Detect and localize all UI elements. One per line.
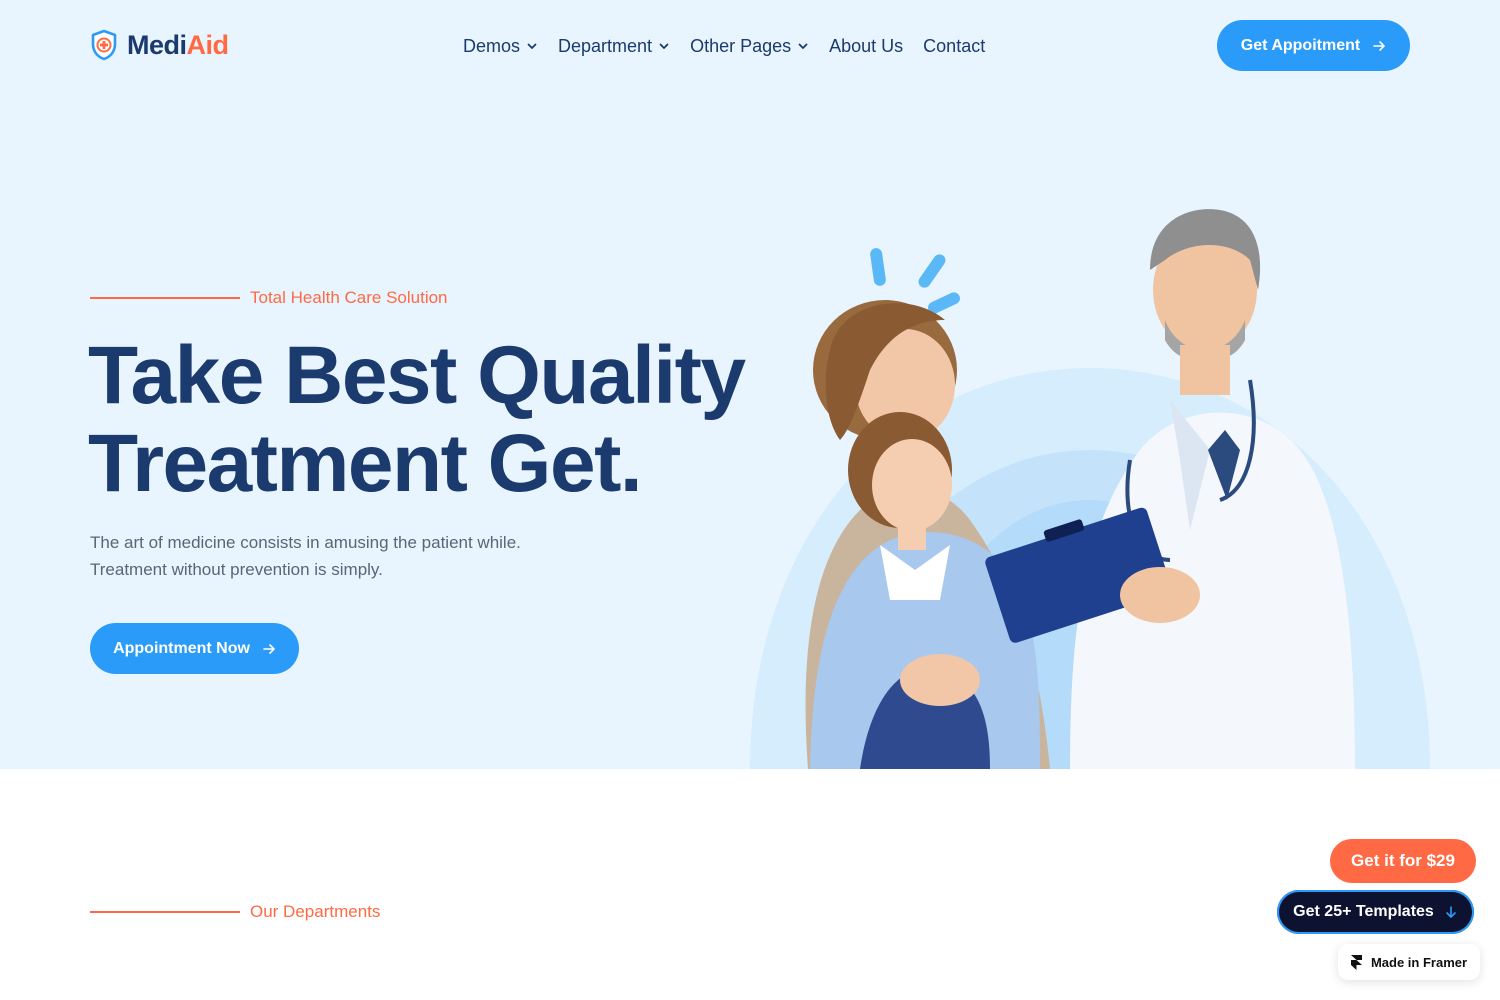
- chevron-down-icon: [527, 43, 537, 49]
- eyebrow-line: [90, 297, 240, 299]
- eyebrow-line: [90, 911, 240, 913]
- made-in-framer-label: Made in Framer: [1370, 954, 1468, 970]
- hero-title-line-1: Take Best Quality: [88, 330, 746, 421]
- hero-description: The art of medicine consists in amusing …: [90, 533, 521, 579]
- get-templates-label: Get 25+ Templates: [1293, 903, 1434, 920]
- nav-item-department[interactable]: Department: [558, 36, 670, 57]
- arrow-right-icon: [1373, 40, 1386, 51]
- appointment-now-button[interactable]: Appointment Now: [90, 623, 299, 674]
- hero-title-line-2: Treatment Get.: [88, 418, 643, 509]
- logo[interactable]: MediAid: [90, 28, 229, 62]
- get-appointment-label: Get Appoitment: [1240, 36, 1361, 54]
- get-appointment-button[interactable]: Get Appoitment: [1217, 20, 1410, 71]
- logo-text: MediAid: [127, 30, 229, 60]
- chevron-down-icon: [659, 43, 669, 49]
- made-in-framer-badge[interactable]: Made in Framer: [1338, 944, 1480, 980]
- hero-section: MediAid Demos Department Other Pages Abo…: [0, 0, 1500, 769]
- shield-cross-icon: [91, 29, 117, 61]
- appointment-now-label: Appointment Now: [113, 639, 250, 657]
- get-templates-button[interactable]: Get 25+ Templates: [1277, 890, 1474, 934]
- buy-template-button[interactable]: Get it for $29: [1330, 839, 1476, 883]
- main-nav: Demos Department Other Pages About Us Co…: [463, 32, 985, 60]
- nav-item-label: Demos: [463, 35, 521, 56]
- hero-photo: [750, 209, 1430, 769]
- nav-item-label: Department: [558, 35, 653, 56]
- nav-item-about-us[interactable]: About Us: [829, 36, 903, 57]
- nav-item-demos[interactable]: Demos: [463, 36, 538, 57]
- hero-eyebrow-label: Total Health Care Solution: [250, 288, 448, 307]
- hero-title: Take Best Quality Treatment Get.: [88, 332, 788, 508]
- departments-eyebrow: Our Departments: [90, 902, 380, 922]
- hero-eyebrow: Total Health Care Solution: [90, 288, 448, 308]
- chevron-down-icon: [798, 43, 808, 49]
- buy-template-label: Get it for $29: [1351, 851, 1455, 870]
- departments-eyebrow-label: Our Departments: [250, 902, 381, 921]
- nav-item-label: About Us: [829, 35, 904, 56]
- nav-item-contact[interactable]: Contact: [923, 36, 985, 57]
- nav-item-label: Other Pages: [690, 35, 792, 56]
- nav-item-other-pages[interactable]: Other Pages: [690, 36, 809, 57]
- framer-logo-icon: [1350, 954, 1362, 970]
- arrow-down-icon: [1446, 906, 1456, 918]
- nav-item-label: Contact: [923, 35, 986, 56]
- arrow-right-icon: [263, 643, 275, 654]
